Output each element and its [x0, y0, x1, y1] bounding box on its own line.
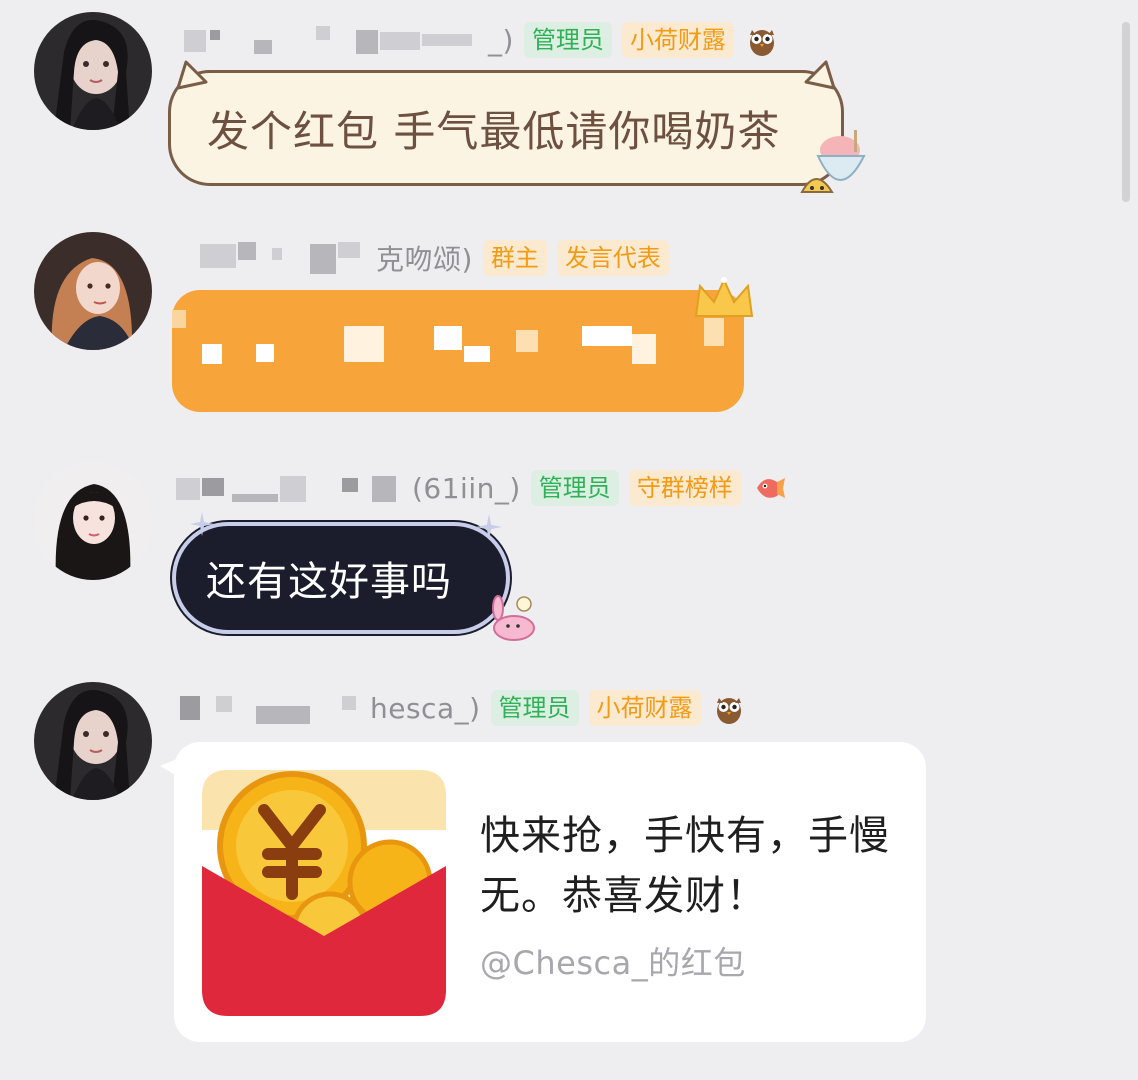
message-text: 发个红包 手气最低请你喝奶茶	[207, 106, 781, 156]
message-bubble[interactable]	[172, 290, 744, 412]
message-bubble[interactable]: 还有这好事吗	[172, 522, 510, 634]
red-packet-card[interactable]: 快来抢，手快有，手慢无。恭喜发财！ @Chesca_的红包	[174, 742, 926, 1042]
role-badge: 管理员	[490, 690, 579, 726]
sender-name-row: 克吻颂) 群主 发言代表	[176, 238, 669, 278]
sender-name-row: _) 管理员 小荷财露	[176, 20, 780, 60]
role-badge: 群主	[482, 240, 547, 276]
role-badge: 管理员	[523, 22, 612, 58]
title-badge: 小荷财露	[621, 22, 734, 58]
title-badge: 守群榜样	[628, 470, 741, 506]
title-badge: 发言代表	[556, 240, 669, 276]
message-bubble[interactable]: 发个红包 手气最低请你喝奶茶	[168, 70, 844, 186]
sender-name-row: hesca_) 管理员 小荷财露	[176, 688, 747, 728]
avatar[interactable]	[34, 12, 152, 130]
bunny-sticker-icon	[492, 595, 535, 641]
red-packet-sender: @Chesca_的红包	[480, 944, 746, 982]
nickname-suffix: hesca_)	[370, 691, 481, 725]
cat-ear-decoration	[176, 60, 208, 90]
avatar[interactable]	[34, 682, 152, 800]
nickname-suffix: 克吻颂)	[376, 243, 473, 276]
sparkle-icon	[476, 514, 502, 540]
sender-name-row: (61iin_) 管理员 守群榜样	[176, 468, 787, 508]
chat-message: _) 管理员 小荷财露 发个红包 手气最低请你喝奶茶	[0, 0, 1100, 220]
scrollbar[interactable]	[1122, 22, 1130, 202]
red-packet-message: 快来抢，手快有，手慢无。恭喜发财！	[480, 813, 890, 919]
blurred-nickname	[176, 24, 332, 56]
sparkle-icon	[190, 512, 214, 536]
crown-icon	[694, 277, 754, 317]
chat-message: 克吻颂) 群主 发言代表	[0, 220, 1100, 450]
owl-icon	[749, 30, 774, 56]
nickname-suffix: (61iin_)	[412, 471, 521, 505]
avatar[interactable]	[34, 232, 152, 350]
chat-message: (61iin_) 管理员 守群榜样 还有这好事吗	[0, 450, 1100, 680]
cat-ear-decoration	[804, 60, 836, 90]
nickname-suffix: _)	[488, 23, 514, 57]
message-text: 还有这好事吗	[206, 559, 452, 605]
role-badge: 管理员	[530, 470, 619, 506]
shaved-ice-sticker-icon	[800, 130, 866, 193]
red-packet-icon	[202, 770, 446, 1016]
blurred-nickname	[176, 692, 360, 724]
blurred-nickname-part	[342, 24, 478, 56]
fish-icon	[756, 478, 785, 498]
owl-icon	[716, 698, 741, 724]
title-badge: 小荷财露	[588, 690, 701, 726]
avatar[interactable]	[34, 462, 152, 580]
blurred-nickname	[176, 242, 366, 274]
censored-text	[202, 344, 222, 364]
blurred-nickname	[176, 472, 402, 504]
